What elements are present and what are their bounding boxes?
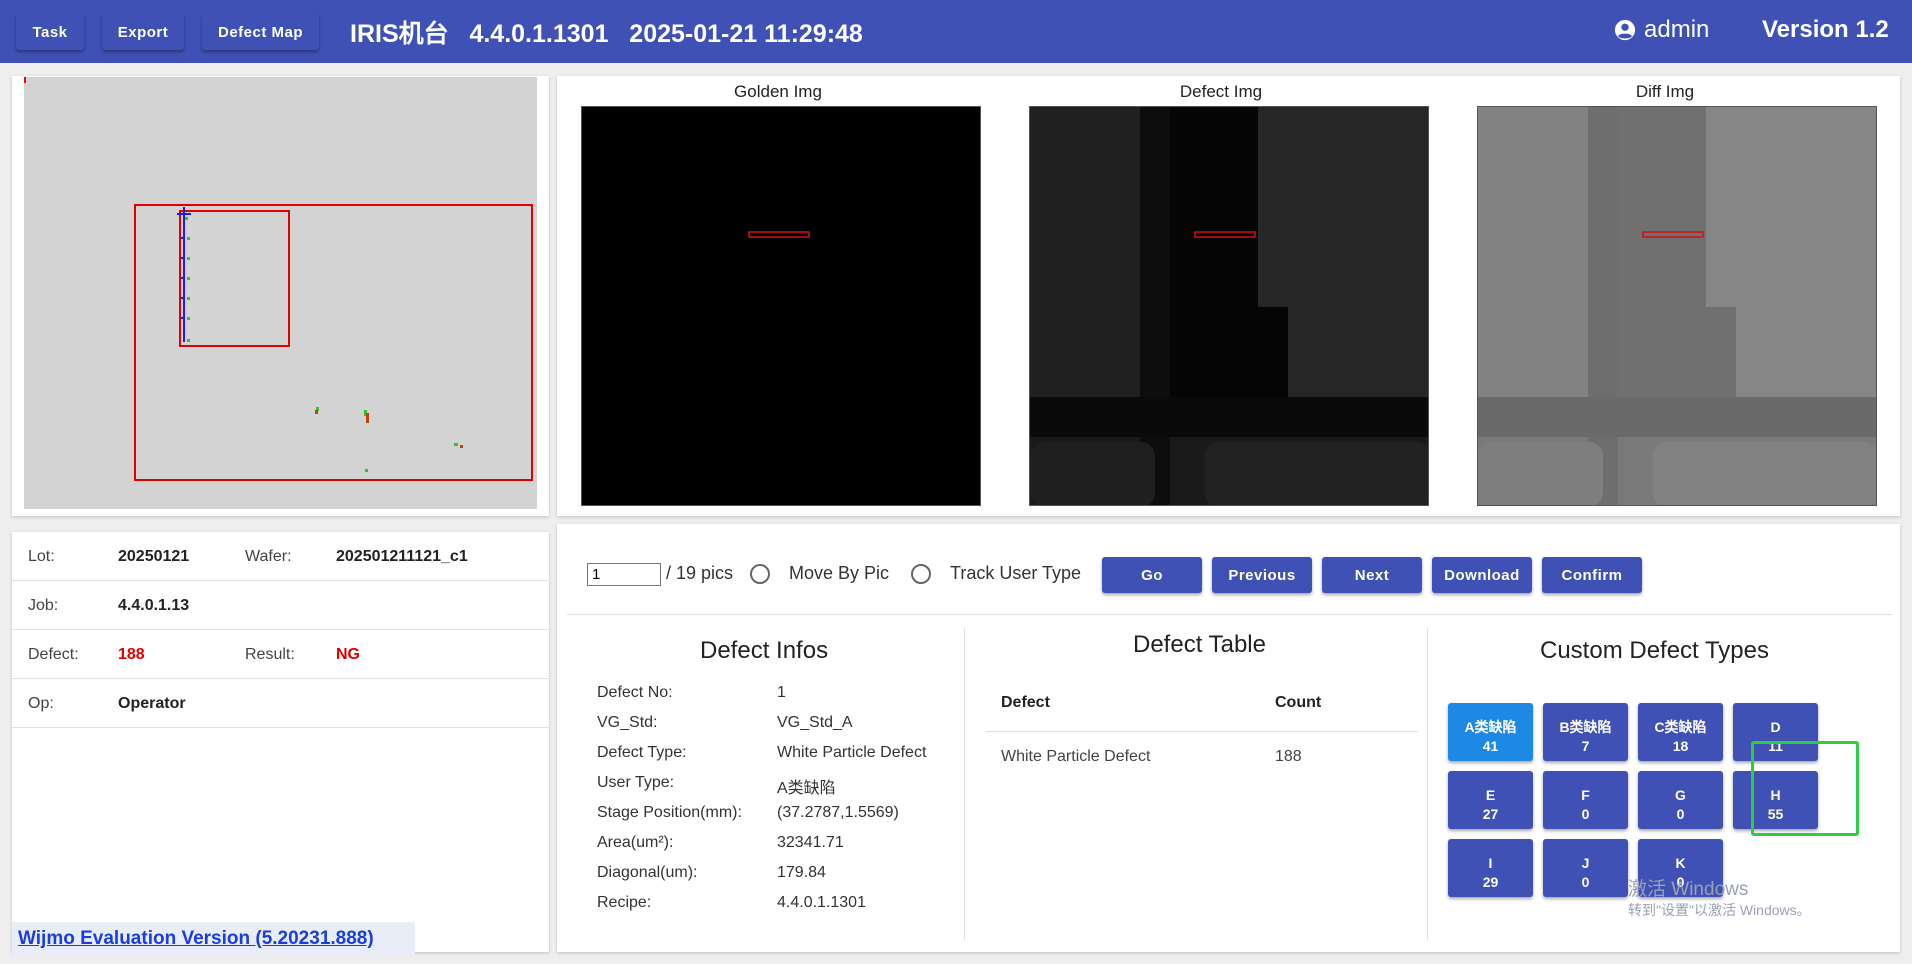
- task-button[interactable]: Task: [16, 14, 84, 50]
- wafer-map-canvas[interactable]: [24, 77, 537, 509]
- wafer-label: Wafer:: [245, 548, 292, 565]
- page-total: / 19 pics: [666, 563, 734, 583]
- app-title: IRIS机台 4.4.0.1.1301 2025-01-21 11:29:48: [350, 20, 863, 48]
- defect-info-row: Defect Type: White Particle Defect: [597, 744, 927, 761]
- windows-activation-watermark: 激活 Windows: [1628, 879, 1749, 900]
- info-row-defect: Defect: 188 Result: NG: [12, 630, 549, 679]
- type-button-a[interactable]: A类缺陷 41: [1448, 703, 1533, 761]
- type-button-b[interactable]: B类缺陷 7: [1543, 703, 1628, 761]
- confirm-button[interactable]: Confirm: [1542, 557, 1642, 593]
- info-row-lot: Lot: 20250121 Wafer: 202501211121_c1: [12, 532, 549, 581]
- result-label: Result:: [245, 646, 295, 663]
- move-by-pic-label: Move By Pic: [789, 563, 890, 583]
- result-value: NG: [336, 646, 360, 663]
- wafer-value: 202501211121_c1: [336, 548, 468, 565]
- selection-highlight: [1751, 741, 1859, 836]
- track-user-type-label: Track User Type: [950, 563, 1082, 583]
- defect-info-row: User Type: A类缺陷: [597, 774, 836, 797]
- wijmo-evaluation-link[interactable]: Wijmo Evaluation Version (5.20231.888): [12, 922, 415, 956]
- go-button[interactable]: Go: [1102, 557, 1202, 593]
- type-button-i[interactable]: I 29: [1448, 839, 1533, 897]
- lot-label: Lot:: [28, 548, 55, 565]
- type-button-e[interactable]: E 27: [1448, 771, 1533, 829]
- version-label: Version 1.2: [1762, 16, 1889, 43]
- info-row-job: Job: 4.4.0.1.13: [12, 581, 549, 630]
- table-row-defect[interactable]: White Particle Defect: [1001, 748, 1150, 766]
- next-button[interactable]: Next: [1322, 557, 1422, 593]
- defect-table-title: Defect Table: [1133, 631, 1266, 658]
- defect-img: [1029, 106, 1429, 506]
- toolbar-divider: [567, 614, 1892, 615]
- export-button[interactable]: Export: [102, 14, 184, 50]
- account-icon: [1614, 19, 1636, 41]
- move-by-pic-radio[interactable]: [750, 564, 770, 584]
- defect-map-button[interactable]: Defect Map: [202, 14, 319, 50]
- defect-count-label: Defect:: [28, 646, 79, 663]
- defect-img-label: Defect Img: [1179, 82, 1263, 101]
- table-row-count[interactable]: 188: [1275, 748, 1302, 766]
- defect-infos-title: Defect Infos: [700, 637, 829, 664]
- previous-button[interactable]: Previous: [1212, 557, 1312, 593]
- lot-value: 20250121: [118, 548, 190, 565]
- diff-img-label: Diff Img: [1635, 82, 1695, 101]
- page-number-input[interactable]: [587, 563, 661, 586]
- type-button-g[interactable]: G0: [1638, 771, 1723, 829]
- golden-img: [581, 106, 981, 506]
- op-label: Op:: [28, 695, 54, 712]
- defect-info-row: Defect No: 1: [597, 684, 786, 701]
- user-menu[interactable]: admin: [1614, 16, 1709, 44]
- windows-activation-hint: 转到"设置"以激活 Windows。: [1628, 902, 1811, 918]
- user-name: admin: [1644, 16, 1710, 43]
- count-column-header[interactable]: Count: [1275, 694, 1321, 712]
- track-user-type-radio[interactable]: [911, 564, 931, 584]
- op-value: Operator: [118, 695, 186, 712]
- golden-img-label: Golden Img: [734, 82, 822, 101]
- defect-info-row: Recipe: 4.4.0.1.1301: [597, 894, 866, 911]
- job-value: 4.4.0.1.13: [118, 597, 190, 614]
- job-label: Job:: [28, 597, 59, 614]
- defect-column-header[interactable]: Defect: [1001, 694, 1050, 712]
- info-row-op: Op: Operator: [12, 679, 549, 728]
- section-divider: [964, 628, 965, 940]
- diff-img: [1477, 106, 1877, 506]
- defect-info-row: Stage Position(mm): (37.2787,1.5569): [597, 804, 899, 821]
- type-button-j[interactable]: J0: [1543, 839, 1628, 897]
- defect-info-row: Diagonal(um): 179.84: [597, 864, 826, 881]
- type-button-f[interactable]: F0: [1543, 771, 1628, 829]
- section-divider: [1427, 628, 1428, 940]
- wafer-map[interactable]: [24, 77, 537, 509]
- defect-info-row: Area(um²): 32341.71: [597, 834, 844, 851]
- app-header: Task Export Defect Map IRIS机台 4.4.0.1.13…: [0, 0, 1912, 63]
- type-button-c[interactable]: C类缺陷 18: [1638, 703, 1723, 761]
- download-button[interactable]: Download: [1432, 557, 1532, 593]
- defect-info-row: VG_Std: VG_Std_A: [597, 714, 853, 731]
- defect-count-value: 188: [118, 646, 145, 663]
- table-header-divider: [986, 731, 1418, 732]
- custom-defect-types-title: Custom Defect Types: [1540, 637, 1769, 664]
